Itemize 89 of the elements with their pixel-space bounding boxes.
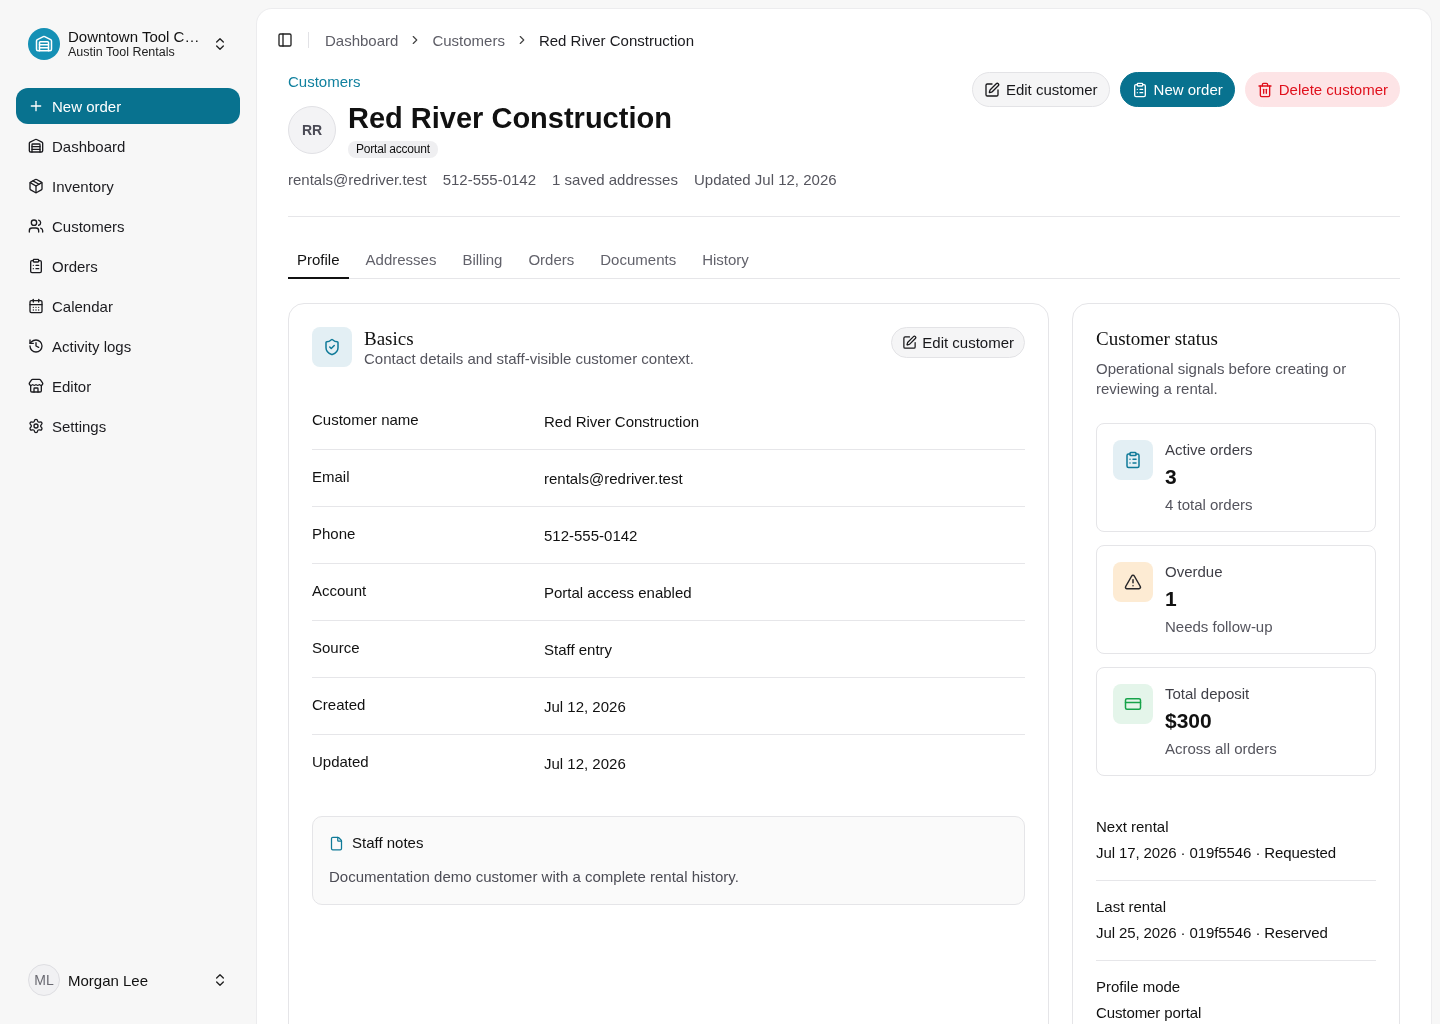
edit-icon: [902, 335, 918, 350]
tab[interactable]: Billing: [453, 241, 512, 279]
stat-note: Needs follow-up: [1165, 617, 1273, 637]
detail-value: Jul 17, 2026 · 019f5546 · Requested: [1096, 844, 1337, 862]
meta-text: rentals@redriver.test: [288, 170, 427, 190]
shield-check-icon: [312, 327, 352, 367]
stat-label: Total deposit: [1165, 684, 1251, 704]
field-label: Email: [312, 467, 351, 485]
clipboard-icon: [28, 258, 44, 274]
user-avatar: ML: [28, 964, 60, 996]
stat-value: 1: [1165, 586, 1178, 612]
field-value: rentals@redriver.test: [544, 469, 684, 487]
meta-text: Updated Jul 12, 2026: [693, 170, 837, 190]
stat-note: Across all orders: [1165, 739, 1277, 759]
storefront-icon: [28, 378, 44, 394]
document-icon: [329, 835, 344, 851]
field-value: Jul 12, 2026: [544, 697, 627, 715]
customer-avatar: RR: [288, 106, 336, 154]
meta-text: 512-555-0142: [442, 170, 537, 190]
field-value: Portal access enabled: [544, 583, 693, 601]
box-icon: [28, 178, 44, 194]
breadcrumb-link[interactable]: Dashboard: [325, 31, 399, 49]
new-order-button[interactable]: New order: [16, 88, 240, 124]
credit-card-icon: [1113, 684, 1153, 724]
tab[interactable]: Addresses: [356, 241, 446, 279]
calendar-icon: [28, 298, 44, 314]
nav-item[interactable]: Dashboard: [16, 128, 240, 164]
field-value: Jul 12, 2026: [544, 755, 627, 772]
garage-icon: [28, 138, 44, 154]
edit-icon: [983, 81, 1000, 98]
detail-label: Next rental: [1096, 817, 1170, 837]
back-link[interactable]: Customers: [288, 72, 361, 92]
meta-text: 1 saved addresses: [552, 170, 678, 190]
field-label: Updated: [312, 753, 370, 770]
tab[interactable]: Documents: [591, 241, 686, 279]
field-value: Staff entry: [544, 640, 614, 658]
notes-title: Staff notes: [352, 833, 424, 853]
card-subtitle: Contact details and staff-visible customer context.: [364, 349, 695, 369]
tab[interactable]: Orders: [519, 241, 584, 279]
card-title: Customer status: [1096, 327, 1219, 351]
trash-icon: [1256, 81, 1273, 98]
card-title: Basics: [364, 329, 415, 349]
people-icon: [28, 218, 44, 234]
field-label: Created: [312, 695, 367, 713]
plus-icon: [28, 98, 44, 114]
history-icon: [28, 338, 44, 354]
notes-text: Documentation demo customer with a complete rental history.: [329, 867, 740, 887]
field-value: Red River Construction: [544, 412, 701, 430]
delete-customer-button[interactable]: Delete customer: [1244, 72, 1400, 107]
card-description: Operational signals before creating or reviewing a rental.: [1096, 359, 1348, 399]
sidebar-toggle-icon[interactable]: [277, 32, 293, 48]
stat-value: $300: [1165, 708, 1213, 734]
stat-label: Overdue: [1165, 562, 1224, 582]
field-value: 512-555-0142: [544, 526, 639, 544]
nav-item[interactable]: Activity logs: [16, 328, 240, 364]
settings-icon: [28, 418, 44, 434]
edit-customer-button[interactable]: Edit customer: [971, 72, 1110, 107]
tab[interactable]: History: [693, 241, 758, 279]
warehouse-logo-icon: [28, 28, 60, 60]
tab[interactable]: Profile: [288, 241, 349, 279]
nav-item[interactable]: Calendar: [16, 288, 240, 324]
detail-label: Last rental: [1096, 897, 1168, 917]
detail-value: Jul 25, 2026 · 019f5546 · Reserved: [1096, 924, 1329, 942]
nav-item[interactable]: Customers: [16, 208, 240, 244]
new-order-button[interactable]: New order: [1119, 72, 1235, 107]
nav-item[interactable]: Inventory: [16, 168, 240, 204]
clipboard-icon: [1113, 440, 1153, 480]
customer-title: Red River Construction: [348, 102, 672, 134]
clipboard-icon: [1131, 81, 1148, 98]
org-name: Downtown Tool C…: [68, 28, 201, 45]
detail-value: Customer portal: [1096, 1004, 1203, 1022]
breadcrumb-current: Red River Construction: [538, 31, 694, 49]
detail-label: Profile mode: [1096, 977, 1182, 997]
field-label: Phone: [312, 524, 357, 542]
account-badge: Portal account: [348, 141, 438, 158]
field-label: Account: [312, 581, 368, 599]
org-subtitle: Austin Tool Rentals: [68, 45, 176, 60]
field-label: Customer name: [312, 410, 420, 428]
edit-customer-button[interactable]: Edit customer: [891, 327, 1025, 358]
stat-note: 4 total orders: [1165, 495, 1253, 515]
nav-item[interactable]: Orders: [16, 248, 240, 284]
stat-label: Active orders: [1165, 440, 1253, 460]
user-name: Morgan Lee: [68, 971, 150, 989]
nav-item[interactable]: Settings: [16, 408, 240, 444]
breadcrumb-link[interactable]: Customers: [432, 31, 505, 49]
stat-value: 3: [1165, 464, 1178, 490]
warning-icon: [1113, 562, 1153, 602]
field-label: Source: [312, 638, 361, 656]
nav-item[interactable]: Editor: [16, 368, 240, 404]
